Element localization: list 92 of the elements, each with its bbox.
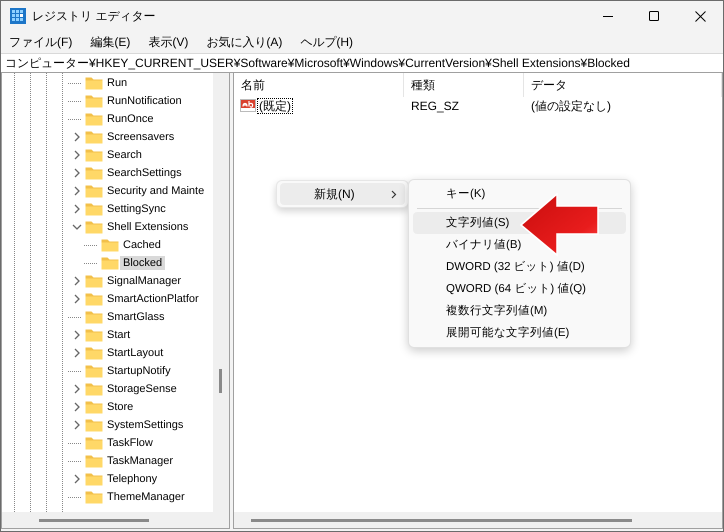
folder-icon bbox=[85, 94, 103, 108]
tree-item[interactable]: Security and Mainte bbox=[104, 184, 208, 198]
tree-item[interactable]: Run bbox=[104, 76, 130, 90]
close-icon bbox=[694, 10, 706, 22]
table-cell-text: REG_SZ bbox=[410, 99, 460, 113]
menu-item[interactable]: バイナリ値(B) bbox=[413, 234, 626, 256]
folder-icon bbox=[85, 400, 103, 414]
table-cell-text: (値の設定なし) bbox=[530, 98, 612, 114]
folder-icon bbox=[85, 274, 103, 288]
value-name[interactable]: (既定) bbox=[257, 98, 293, 114]
folder-icon bbox=[85, 184, 103, 198]
tree-item[interactable]: SignalManager bbox=[104, 274, 184, 288]
folder-icon bbox=[85, 382, 103, 396]
collapse-chevron-icon[interactable] bbox=[72, 222, 82, 232]
expand-chevron-icon[interactable] bbox=[72, 420, 82, 430]
folder-icon bbox=[85, 148, 103, 162]
tree-item[interactable]: Search bbox=[104, 148, 145, 162]
folder-icon bbox=[85, 166, 103, 180]
expand-chevron-icon[interactable] bbox=[72, 168, 82, 178]
column-header[interactable]: 名前 bbox=[234, 73, 404, 97]
folder-icon bbox=[85, 436, 103, 450]
tree-item[interactable]: RunOnce bbox=[104, 112, 156, 126]
address-field[interactable]: コンピューター¥HKEY_CURRENT_USER¥Software¥Microsoft¥Windows¥CurrentVersion¥Shell Extensions¥Blocked bbox=[1, 54, 723, 72]
tree-item[interactable]: Shell Extensions bbox=[104, 220, 192, 234]
folder-icon bbox=[85, 310, 103, 324]
expand-chevron-icon[interactable] bbox=[72, 330, 82, 340]
expand-chevron-icon[interactable] bbox=[72, 474, 82, 484]
tree-item[interactable]: SystemSettings bbox=[104, 418, 186, 432]
scrollbar-thumb[interactable] bbox=[219, 369, 222, 393]
column-header[interactable]: 種類 bbox=[404, 73, 524, 97]
scrollbar-thumb[interactable] bbox=[39, 519, 149, 522]
tree-item[interactable]: TaskManager bbox=[104, 454, 176, 468]
window-title: レジストリ エディター bbox=[32, 8, 156, 24]
tree-item[interactable]: Start bbox=[104, 328, 134, 342]
expand-chevron-icon[interactable] bbox=[72, 186, 82, 196]
tree-item[interactable]: RunNotification bbox=[104, 94, 185, 108]
tree-item[interactable]: StartLayout bbox=[104, 346, 166, 360]
folder-icon bbox=[85, 472, 103, 486]
tree-item[interactable]: Blocked bbox=[120, 256, 166, 270]
maximize-icon bbox=[649, 11, 659, 21]
menu-item[interactable]: 複数行文字列値(M) bbox=[413, 300, 626, 322]
folder-icon bbox=[85, 112, 103, 126]
expand-chevron-icon[interactable] bbox=[72, 276, 82, 286]
folder-icon bbox=[85, 490, 103, 504]
menu-item[interactable]: 編集(E) bbox=[84, 34, 136, 50]
folder-icon bbox=[85, 130, 103, 144]
folder-icon bbox=[85, 364, 103, 378]
expand-chevron-icon[interactable] bbox=[72, 150, 82, 160]
horizontal-scrollbar[interactable] bbox=[234, 512, 722, 528]
horizontal-scrollbar[interactable] bbox=[2, 512, 213, 528]
vertical-scrollbar[interactable] bbox=[213, 73, 229, 512]
tree-item[interactable]: StartupNotify bbox=[104, 364, 174, 378]
scrollbar-thumb[interactable] bbox=[251, 519, 632, 522]
menu-item[interactable]: DWORD (32 ビット) 値(D) bbox=[413, 256, 626, 278]
registry-icon bbox=[10, 8, 26, 24]
menu-item[interactable]: ヘルプ(H) bbox=[294, 34, 359, 50]
expand-chevron-icon[interactable] bbox=[72, 384, 82, 394]
folder-icon bbox=[85, 346, 103, 360]
tree-item[interactable]: Screensavers bbox=[104, 130, 178, 144]
tree-item[interactable]: SmartGlass bbox=[104, 310, 168, 324]
expand-chevron-icon[interactable] bbox=[72, 132, 82, 142]
folder-icon bbox=[85, 292, 103, 306]
folder-icon bbox=[85, 220, 103, 234]
menu-item[interactable]: 新規(N) bbox=[280, 183, 405, 205]
tree-item[interactable]: StorageSense bbox=[104, 382, 180, 396]
string-value-icon bbox=[240, 99, 256, 113]
folder-icon bbox=[85, 454, 103, 468]
menu-item[interactable]: ファイル(F) bbox=[3, 34, 78, 50]
tree-item[interactable]: SearchSettings bbox=[104, 166, 185, 180]
menu-item[interactable]: 表示(V) bbox=[142, 34, 194, 50]
tree-item[interactable]: SmartActionPlatfor bbox=[104, 292, 202, 306]
column-header[interactable]: データ bbox=[524, 73, 722, 97]
tree-item[interactable]: Telephony bbox=[104, 472, 160, 486]
tree-item[interactable]: Cached bbox=[120, 238, 164, 252]
tree-item[interactable]: SettingSync bbox=[104, 202, 169, 216]
tree-item[interactable]: TaskFlow bbox=[104, 436, 156, 450]
menu-item[interactable]: QWORD (64 ビット) 値(Q) bbox=[413, 278, 626, 300]
menu-item[interactable]: 展開可能な文字列値(E) bbox=[413, 322, 626, 344]
folder-icon bbox=[85, 418, 103, 432]
tree-item[interactable]: ThemeManager bbox=[104, 490, 188, 504]
folder-icon bbox=[85, 328, 103, 342]
folder-icon bbox=[101, 256, 119, 270]
expand-chevron-icon[interactable] bbox=[72, 204, 82, 214]
menu-item[interactable]: キー(K) bbox=[413, 183, 626, 205]
expand-chevron-icon[interactable] bbox=[72, 348, 82, 358]
folder-icon bbox=[85, 76, 103, 90]
tree-item[interactable]: Store bbox=[104, 400, 136, 414]
expand-chevron-icon[interactable] bbox=[72, 294, 82, 304]
menu-item[interactable]: お気に入り(A) bbox=[200, 34, 288, 50]
folder-icon bbox=[101, 238, 119, 252]
folder-icon bbox=[85, 202, 103, 216]
expand-chevron-icon[interactable] bbox=[72, 402, 82, 412]
